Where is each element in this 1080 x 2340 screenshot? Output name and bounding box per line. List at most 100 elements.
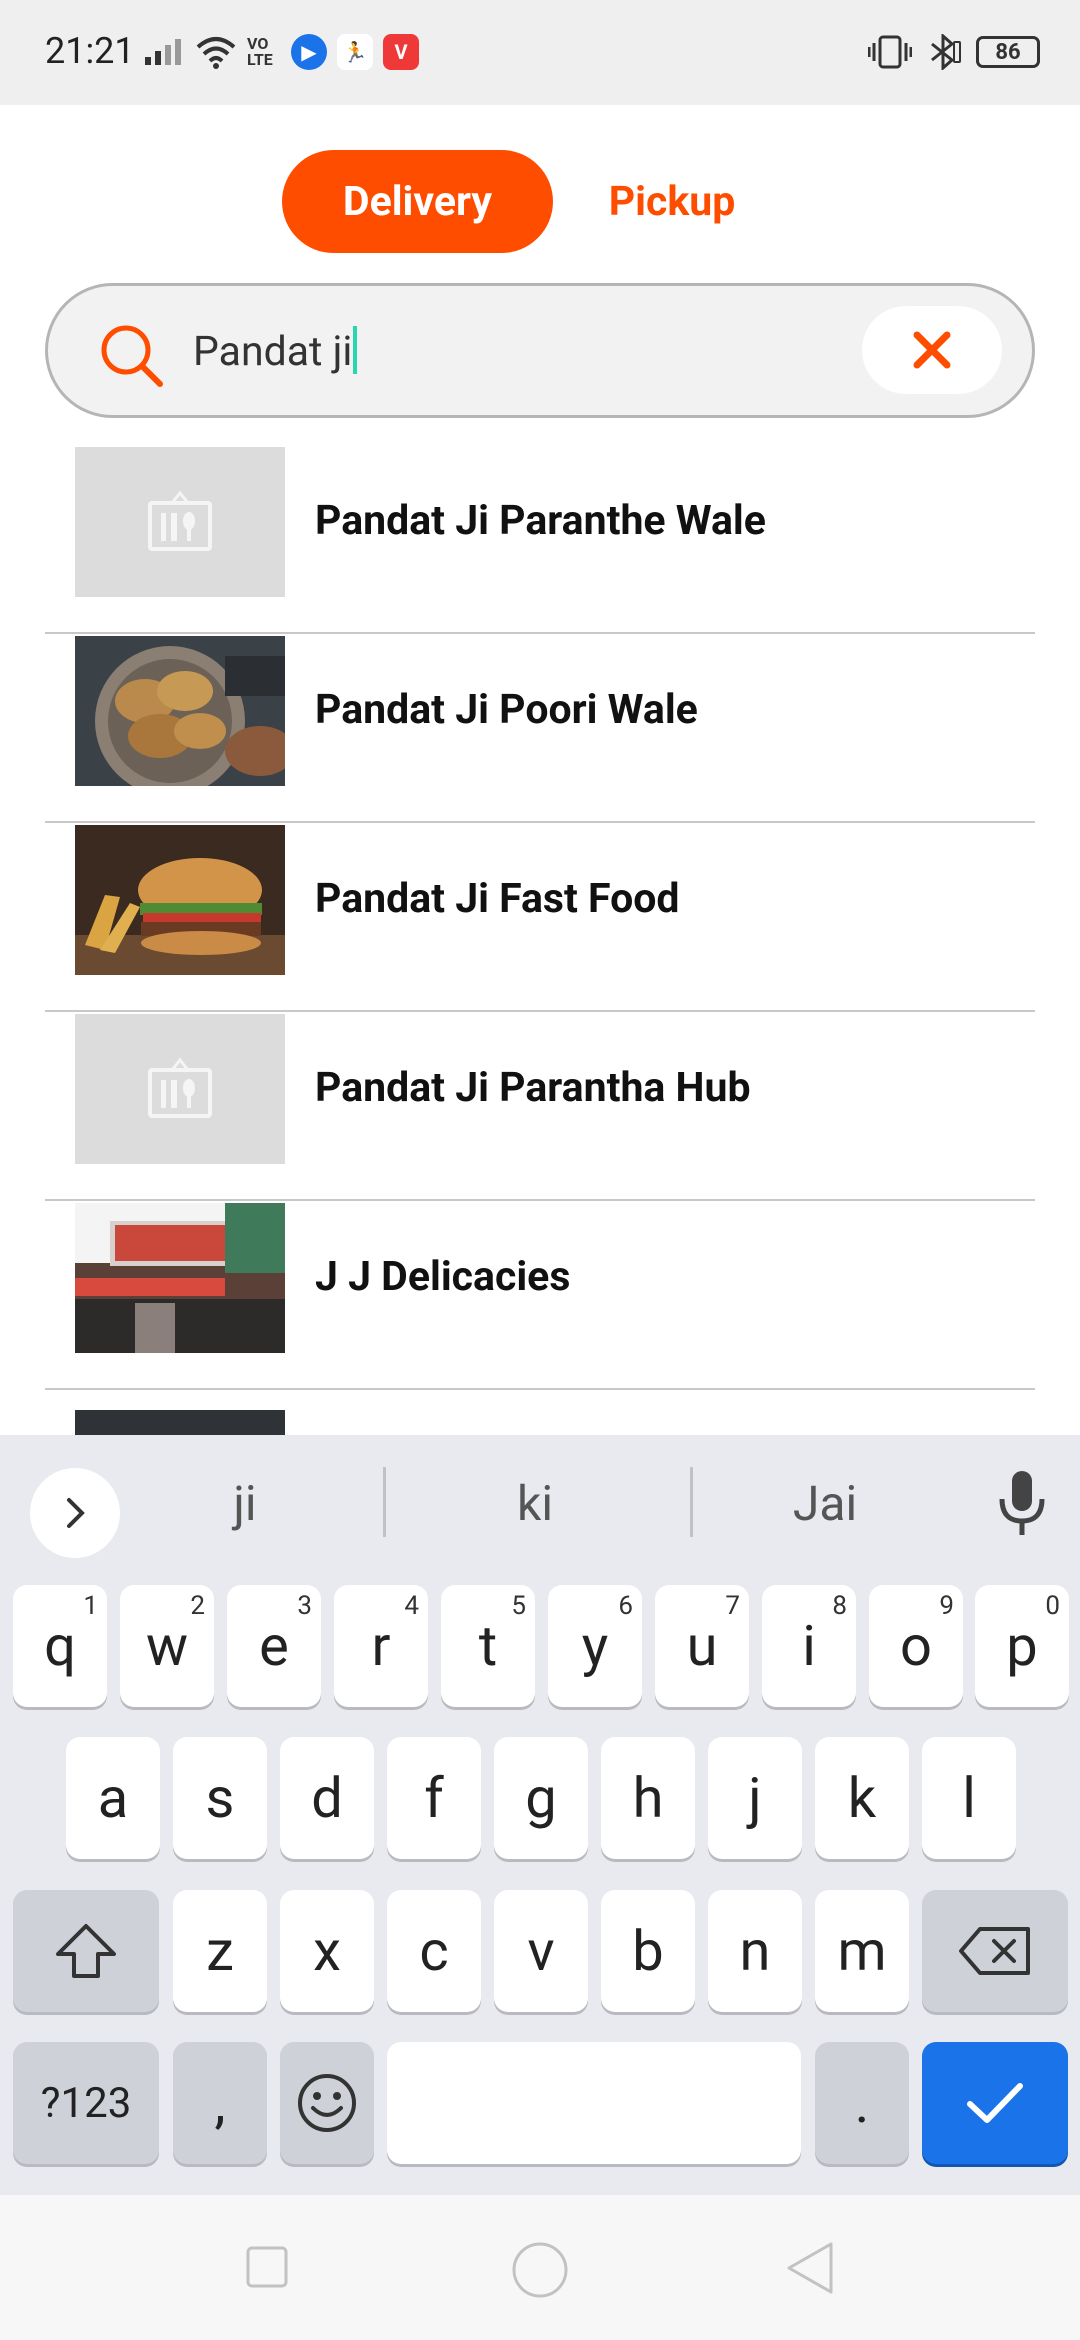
key-i[interactable]: i8 — [762, 1585, 856, 1707]
status-icons-right: 86 — [868, 28, 1040, 76]
key-label: r — [371, 1613, 391, 1679]
symbols-key[interactable]: ?123 — [13, 2042, 159, 2164]
system-nav-bar — [0, 2195, 1080, 2340]
soft-keyboard: ji ki Jai q1 w2 e3 r4 t5 y6 u7 i8 o9 p0 … — [0, 1435, 1080, 2195]
key-e[interactable]: e3 — [227, 1585, 321, 1707]
emoji-key[interactable] — [280, 2042, 374, 2164]
battery-icon: 86 — [976, 36, 1040, 68]
key-v[interactable]: v — [494, 1890, 588, 2012]
comma-key[interactable]: , — [173, 2042, 267, 2164]
emoji-icon — [298, 2074, 356, 2132]
list-item[interactable]: Pandat Ji Fast Food — [45, 823, 1035, 1012]
search-icon — [101, 325, 163, 387]
chevron-right-icon — [67, 1498, 85, 1528]
key-hint: 9 — [939, 1591, 954, 1621]
status-icons-left: VO LTE ▶ 🏃 V — [145, 28, 419, 76]
key-label: q — [44, 1613, 76, 1679]
mode-toggle: Delivery Pickup — [282, 150, 762, 253]
recents-button[interactable] — [245, 2245, 289, 2289]
key-j[interactable]: j — [708, 1737, 802, 1859]
clear-search-button[interactable] — [862, 306, 1002, 394]
list-item[interactable]: Pandat Ji Parantha Hub — [45, 1012, 1035, 1201]
shift-key[interactable] — [13, 1890, 159, 2012]
key-q[interactable]: q1 — [13, 1585, 107, 1707]
key-g[interactable]: g — [494, 1737, 588, 1859]
key-label: t — [478, 1613, 498, 1679]
list-item[interactable]: Pandat Ji Poori Wale — [45, 634, 1035, 823]
space-key[interactable] — [387, 2042, 801, 2164]
placeholder-thumbnail — [75, 447, 285, 597]
key-x[interactable]: x — [280, 1890, 374, 2012]
search-input[interactable]: Pandat ji — [193, 326, 358, 376]
placeholder-thumbnail — [75, 1014, 285, 1164]
volte-icon: VO LTE — [247, 34, 273, 69]
suggestion-item[interactable]: ji — [95, 1475, 395, 1532]
runner-app-icon: 🏃 — [337, 34, 373, 70]
key-hint: 0 — [1045, 1591, 1060, 1621]
backspace-key[interactable] — [922, 1890, 1068, 2012]
back-button[interactable] — [785, 2240, 835, 2296]
key-hint: 8 — [832, 1591, 847, 1621]
suggestion-bar: ji ki Jai — [0, 1435, 1080, 1565]
suggestion-item[interactable]: Jai — [675, 1475, 975, 1532]
home-button[interactable] — [511, 2241, 569, 2299]
poori-photo — [75, 636, 285, 786]
key-c[interactable]: c — [387, 1890, 481, 2012]
key-t[interactable]: t5 — [441, 1585, 535, 1707]
key-f[interactable]: f — [387, 1737, 481, 1859]
key-hint: 6 — [618, 1591, 633, 1621]
period-key[interactable]: . — [815, 2042, 909, 2164]
vivaldi-app-icon: V — [383, 34, 419, 70]
key-p[interactable]: p0 — [975, 1585, 1069, 1707]
list-item[interactable]: J J Delicacies — [45, 1201, 1035, 1390]
results-list: Pandat Ji Paranthe Wale Pandat Ji Poori … — [45, 445, 1035, 1579]
key-label: w — [145, 1613, 189, 1679]
key-w[interactable]: w2 — [120, 1585, 214, 1707]
shift-icon — [56, 1924, 116, 1978]
check-icon — [967, 2083, 1023, 2123]
key-y[interactable]: y6 — [548, 1585, 642, 1707]
restaurant-name: Pandat Ji Paranthe Wale — [315, 497, 766, 545]
key-r[interactable]: r4 — [334, 1585, 428, 1707]
backspace-icon — [959, 1927, 1030, 1975]
key-label: u — [686, 1613, 718, 1679]
restaurant-name: Pandat Ji Parantha Hub — [315, 1064, 751, 1112]
key-k[interactable]: k — [815, 1737, 909, 1859]
enter-key[interactable] — [922, 2042, 1068, 2164]
vibrate-icon — [868, 35, 912, 69]
suggestion-item[interactable]: ki — [385, 1475, 685, 1532]
text-caret — [353, 326, 358, 374]
key-label: p — [1006, 1613, 1038, 1679]
restaurant-name: J J Delicacies — [315, 1253, 571, 1301]
key-o[interactable]: o9 — [869, 1585, 963, 1707]
key-hint: 5 — [511, 1591, 526, 1621]
play-app-icon: ▶ — [291, 34, 327, 70]
burger-photo — [75, 825, 285, 975]
delivery-tab[interactable]: Delivery — [282, 150, 553, 253]
status-bar: 21:21 VO LTE ▶ 🏃 V 86 — [0, 0, 1080, 105]
close-icon — [913, 331, 951, 369]
key-hint: 3 — [297, 1591, 312, 1621]
list-item[interactable]: Pandat Ji Paranthe Wale — [45, 445, 1035, 634]
key-h[interactable]: h — [601, 1737, 695, 1859]
microphone-icon[interactable] — [992, 1469, 1052, 1539]
search-input-value: Pandat ji — [193, 328, 353, 376]
key-l[interactable]: l — [922, 1737, 1016, 1859]
key-u[interactable]: u7 — [655, 1585, 749, 1707]
wifi-icon — [196, 37, 236, 69]
pickup-tab[interactable]: Pickup — [582, 150, 762, 253]
key-a[interactable]: a — [66, 1737, 160, 1859]
key-m[interactable]: m — [815, 1890, 909, 2012]
key-s[interactable]: s — [173, 1737, 267, 1859]
key-z[interactable]: z — [173, 1890, 267, 2012]
search-bar[interactable]: Pandat ji — [45, 283, 1035, 418]
key-d[interactable]: d — [280, 1737, 374, 1859]
key-hint: 7 — [725, 1591, 740, 1621]
signal-icon — [145, 39, 181, 65]
key-b[interactable]: b — [601, 1890, 695, 2012]
key-hint: 2 — [190, 1591, 205, 1621]
restaurant-name: Pandat Ji Fast Food — [315, 875, 680, 923]
key-hint: 4 — [404, 1591, 419, 1621]
status-time: 21:21 — [45, 30, 135, 72]
key-n[interactable]: n — [708, 1890, 802, 2012]
